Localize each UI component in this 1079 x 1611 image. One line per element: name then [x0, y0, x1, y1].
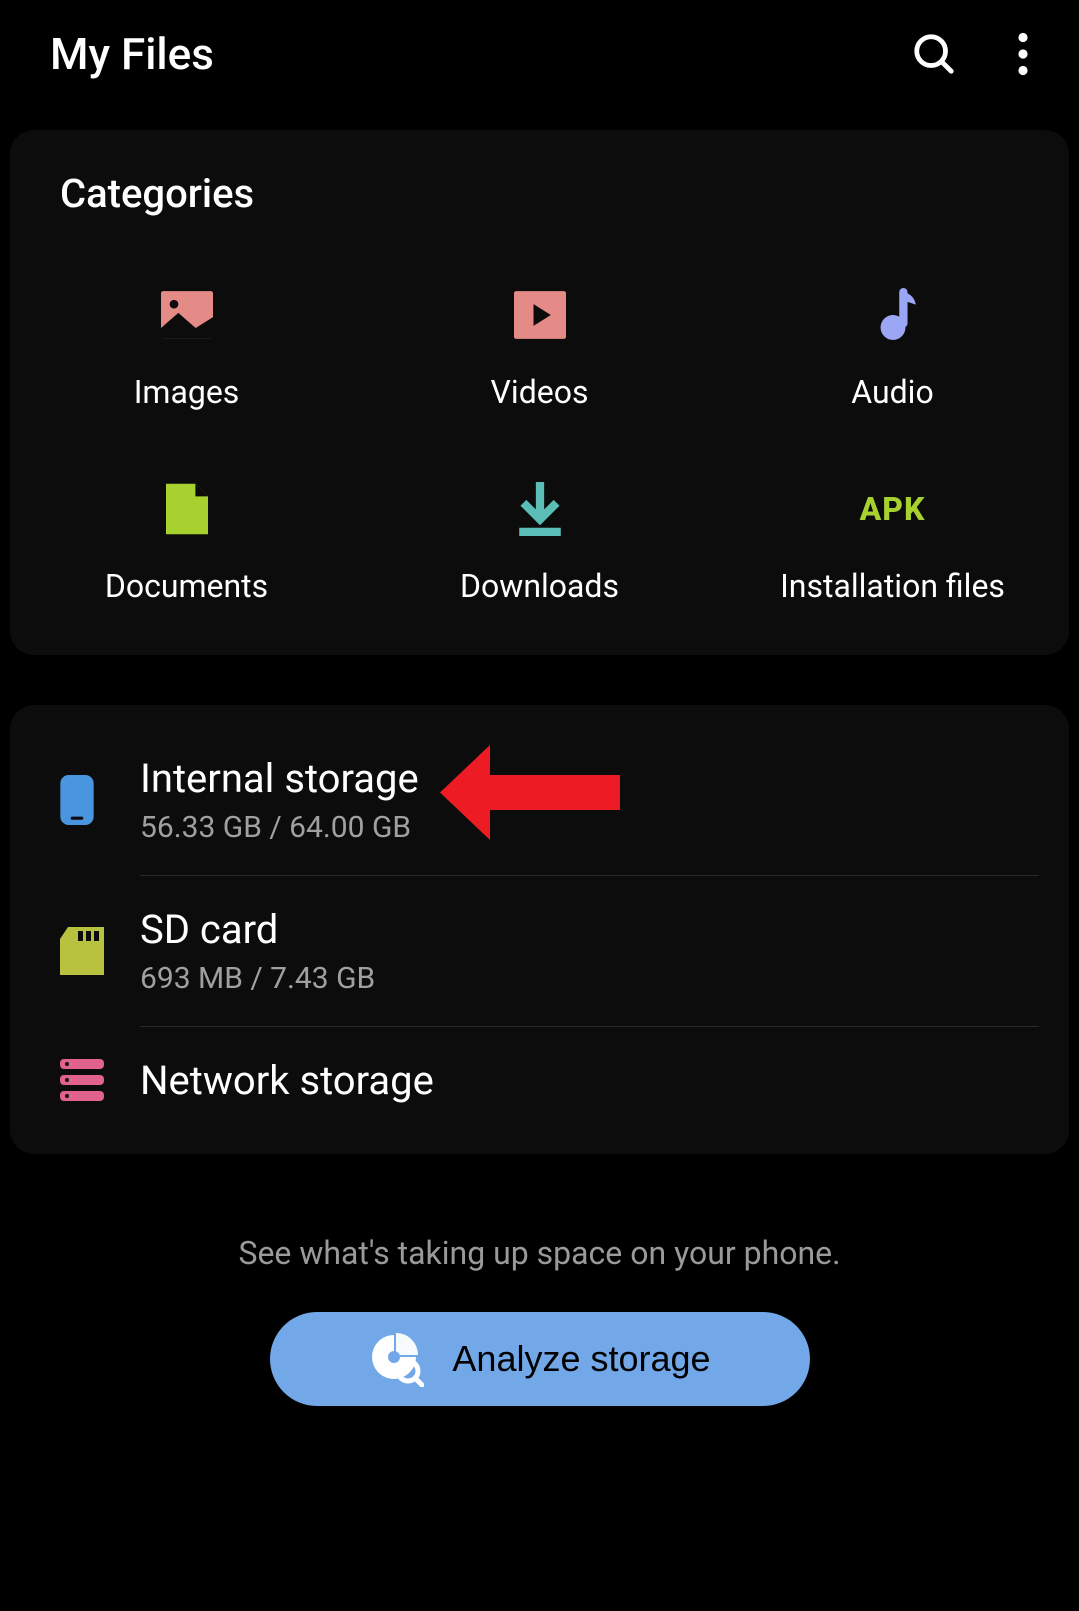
categories-card: Categories Images Videos: [10, 130, 1069, 655]
category-images[interactable]: Images: [10, 287, 363, 411]
more-button[interactable]: [1017, 32, 1029, 76]
storage-subtitle: 693 MB / 7.43 GB: [140, 961, 375, 996]
search-button[interactable]: [911, 31, 957, 77]
analyze-storage-button[interactable]: Analyze storage: [270, 1312, 810, 1406]
more-vertical-icon: [1017, 32, 1029, 76]
storage-subtitle: 56.33 GB / 64.00 GB: [140, 810, 419, 845]
network-storage-icon: [60, 1059, 140, 1103]
storage-title: SD card: [140, 906, 375, 953]
downloads-icon: [512, 481, 568, 537]
categories-title: Categories: [10, 170, 1069, 247]
category-label: Installation files: [780, 567, 1005, 605]
documents-icon: [159, 481, 215, 537]
storage-title: Internal storage: [140, 755, 419, 802]
footer-hint: See what's taking up space on your phone…: [0, 1234, 1079, 1272]
analyze-label: Analyze storage: [452, 1338, 710, 1380]
category-label: Audio: [851, 373, 933, 411]
storage-title: Network storage: [140, 1057, 434, 1104]
analyze-icon: [368, 1331, 424, 1387]
category-label: Documents: [105, 567, 268, 605]
apk-icon: APK: [865, 481, 921, 537]
storage-text: Network storage: [140, 1057, 434, 1104]
storage-text: SD card 693 MB / 7.43 GB: [140, 906, 375, 996]
videos-icon: [512, 287, 568, 343]
search-icon: [911, 31, 957, 77]
categories-grid: Images Videos Audio: [10, 247, 1069, 605]
audio-icon: [865, 287, 921, 343]
category-videos[interactable]: Videos: [363, 287, 716, 411]
sdcard-icon: [60, 927, 140, 975]
arrow-annotation: [440, 745, 620, 844]
category-label: Videos: [491, 373, 589, 411]
header: My Files: [0, 0, 1079, 130]
app-title: My Files: [50, 28, 214, 80]
category-documents[interactable]: Documents: [10, 481, 363, 605]
category-audio[interactable]: Audio: [716, 287, 1069, 411]
storage-sdcard[interactable]: SD card 693 MB / 7.43 GB: [10, 876, 1069, 1026]
storage-network[interactable]: Network storage: [10, 1027, 1069, 1134]
images-icon: [159, 287, 215, 343]
phone-icon: [60, 775, 140, 825]
category-downloads[interactable]: Downloads: [363, 481, 716, 605]
category-installation-files[interactable]: APK Installation files: [716, 481, 1069, 605]
storage-text: Internal storage 56.33 GB / 64.00 GB: [140, 755, 419, 845]
category-label: Downloads: [460, 567, 619, 605]
header-actions: [911, 31, 1029, 77]
category-label: Images: [134, 373, 240, 411]
storage-card: Internal storage 56.33 GB / 64.00 GB SD …: [10, 705, 1069, 1154]
